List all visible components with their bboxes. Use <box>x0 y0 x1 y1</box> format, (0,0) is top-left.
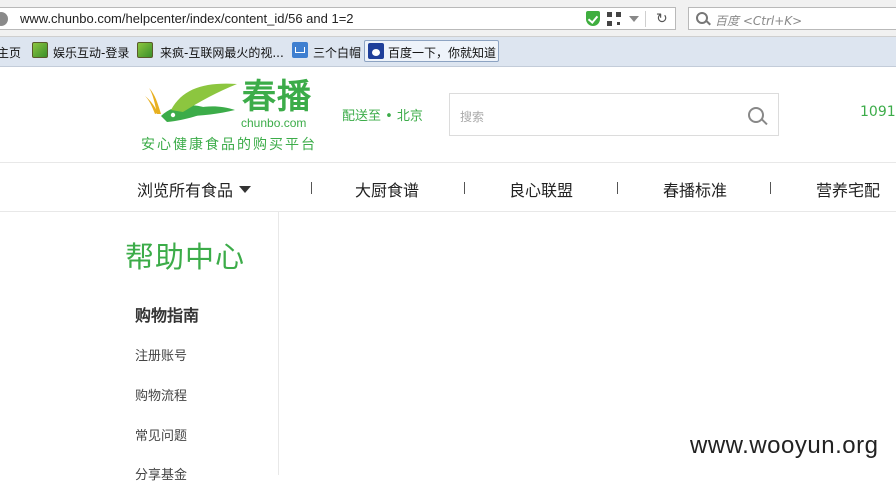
bookmark-baidu-label: 百度一下，你就知道 <box>388 46 497 60</box>
sidebar-link-process[interactable]: 购物流程 <box>135 385 187 404</box>
nav-separator <box>311 182 312 194</box>
nav-item-standard[interactable]: 春播标准 <box>663 177 727 201</box>
page-title: 帮助中心 <box>125 240 246 274</box>
bookmark-sangebaimao[interactable]: 三个白帽 <box>313 44 361 61</box>
sidebar-link-register[interactable]: 注册账号 <box>135 345 187 364</box>
address-text[interactable]: www.chunbo.com/helpcenter/index/content_… <box>20 11 354 26</box>
flying-fish-logo-icon[interactable] <box>143 80 239 132</box>
nav-separator <box>617 182 618 194</box>
logo-name[interactable]: 春播 <box>242 77 312 117</box>
game-icon <box>137 42 153 58</box>
baidu-paw-icon <box>368 43 384 59</box>
hotline-number: 1091 <box>860 104 896 120</box>
sidebar-link-share-fund[interactable]: 分享基金 <box>135 464 187 483</box>
address-separator <box>645 11 646 27</box>
history-dropdown-icon[interactable] <box>629 16 639 22</box>
search-icon[interactable] <box>748 107 764 123</box>
site-search-placeholder: 搜索 <box>460 110 485 124</box>
nav-item-recipes[interactable]: 大厨食谱 <box>355 177 419 201</box>
game-icon <box>32 42 48 58</box>
qr-code-icon[interactable] <box>607 12 621 26</box>
delivery-location[interactable]: 配送至 • 北京 <box>342 105 423 124</box>
shield-icon[interactable] <box>586 11 600 26</box>
nav-item-alliance[interactable]: 良心联盟 <box>509 177 573 201</box>
search-icon <box>696 12 708 24</box>
browser-search-placeholder: 百度 <Ctrl+K> <box>715 14 803 28</box>
logo-slogan: 安心健康食品的购买平台 <box>141 137 317 153</box>
nav-separator <box>770 182 771 194</box>
bookmark-laifeng[interactable]: 来疯-互联网最火的视... <box>160 44 284 61</box>
bookmark-baidu[interactable]: 百度一下，你就知道 <box>364 40 499 62</box>
caret-down-icon <box>239 186 252 193</box>
help-sidebar: 帮助中心 购物指南 注册账号 购物流程 常见问题 分享基金 <box>0 212 279 483</box>
reload-icon[interactable]: ↻ <box>656 12 668 26</box>
bookmark-yule[interactable]: 娱乐互动-登录 <box>53 44 129 61</box>
browser-toolbar: www.chunbo.com/helpcenter/index/content_… <box>0 0 896 37</box>
nav-item-delivery[interactable]: 营养宅配 <box>816 177 880 201</box>
address-bar[interactable]: www.chunbo.com/helpcenter/index/content_… <box>0 7 676 30</box>
bookmark-home[interactable]: 主页 <box>0 44 21 61</box>
bookmarks-bar: 主页 娱乐互动-登录 来疯-互联网最火的视... 三个白帽 百度一下，你就知道 <box>0 37 896 67</box>
calendar-icon <box>292 42 308 58</box>
nav-browse-all[interactable]: 浏览所有食品 <box>137 177 252 201</box>
browser-search-box[interactable]: 百度 <Ctrl+K> <box>688 7 896 30</box>
sidebar-link-faq[interactable]: 常见问题 <box>135 425 187 444</box>
nav-browse-all-label: 浏览所有食品 <box>137 181 234 200</box>
logo-domain: chunbo.com <box>241 116 307 130</box>
site-search-input[interactable]: 搜索 <box>449 93 779 136</box>
watermark: www.wooyun.org <box>690 432 879 459</box>
main-nav: 浏览所有食品 大厨食谱 良心联盟 春播标准 营养宅配 <box>0 162 896 212</box>
site-header: 春播 chunbo.com 安心健康食品的购买平台 配送至 • 北京 搜索 10… <box>0 67 896 162</box>
section-title-shopping-guide: 购物指南 <box>135 306 200 325</box>
nav-separator <box>464 182 465 194</box>
globe-icon <box>0 12 8 26</box>
